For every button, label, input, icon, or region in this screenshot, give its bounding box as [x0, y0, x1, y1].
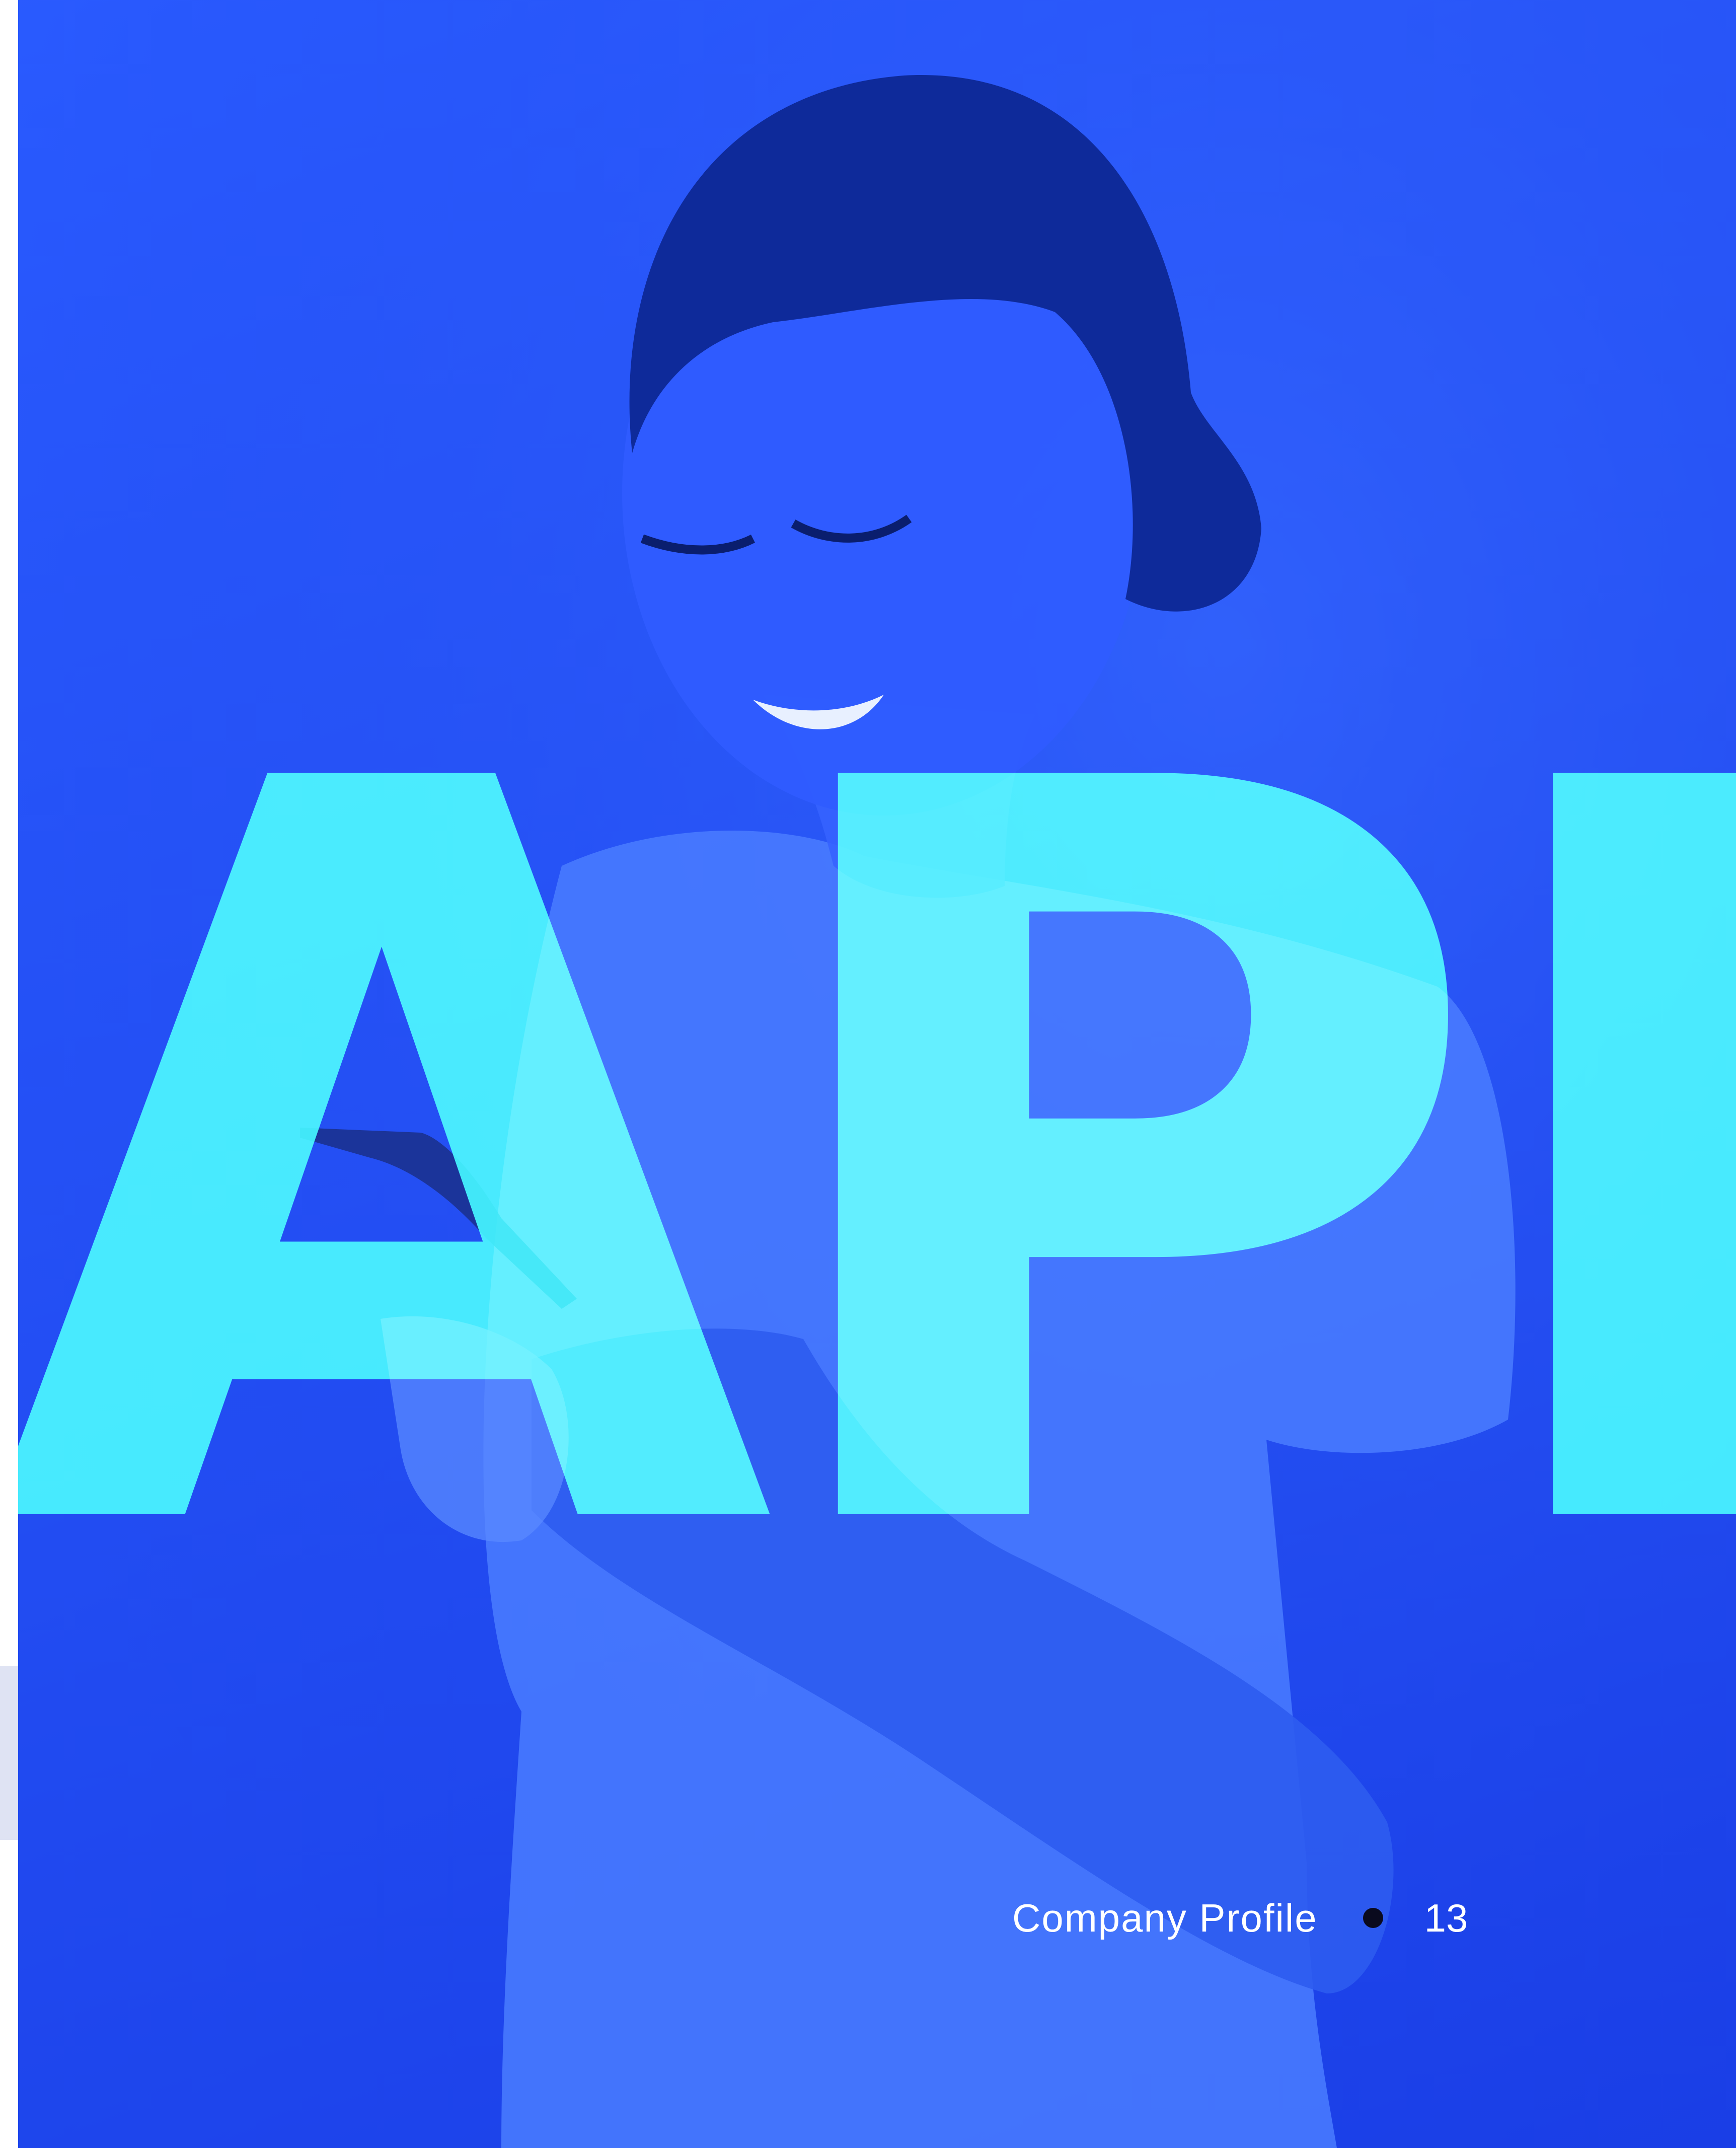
page-number: 13	[1424, 1895, 1468, 1940]
footer-label: Company Profile	[1012, 1895, 1318, 1940]
page-footer: Company Profile 13	[1012, 1895, 1468, 1941]
headline-app: APP	[18, 571, 1736, 1754]
brochure-page: APP Company Profile 13	[0, 0, 1736, 2148]
separator-dot-icon	[1363, 1908, 1383, 1928]
woman-with-phone-photo: APP Company Profile 13	[18, 0, 1736, 2148]
margin-accent-block	[0, 1666, 18, 1840]
